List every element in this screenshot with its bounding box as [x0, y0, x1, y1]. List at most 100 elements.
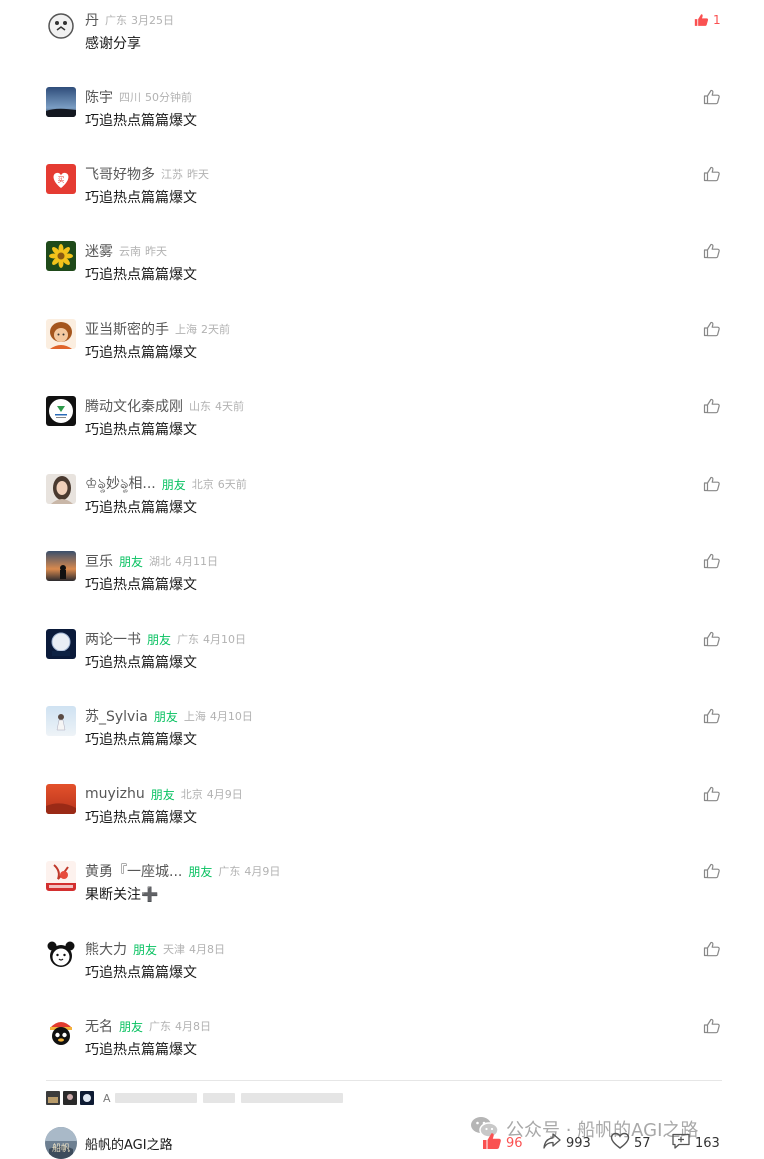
comment-author[interactable]: ♔ৡ妙ৡ相...	[85, 472, 156, 496]
avatar[interactable]	[46, 1016, 76, 1046]
avatar[interactable]	[46, 706, 76, 736]
comment-author[interactable]: 苏_Sylvia	[85, 706, 148, 726]
comment-item: 陈宇 四川 50分钟前 巧追热点篇篇爆文	[0, 87, 764, 164]
comment-item: 无名 朋友 广东 4月8日 巧追热点篇篇爆文	[0, 1016, 764, 1093]
favorite-button[interactable]: 57	[610, 1132, 651, 1153]
account-avatar[interactable]: 船帆	[45, 1127, 77, 1159]
comment-author[interactable]: 亘乐	[85, 551, 113, 571]
article-like-count: 96	[506, 1135, 523, 1151]
avatar[interactable]	[46, 551, 76, 581]
comment-text: 巧追热点篇篇爆文	[85, 500, 197, 516]
thumbs-up-outline-icon	[703, 631, 721, 647]
thumbs-up-outline-icon	[703, 553, 721, 569]
comment-location: 天津	[163, 943, 186, 956]
comment-author[interactable]: 熊大力	[85, 939, 127, 959]
comment-time: 4月11日	[175, 555, 219, 568]
avatar	[80, 1091, 94, 1105]
comment-time: 昨天	[187, 168, 209, 181]
comment-location: 广东	[105, 14, 127, 27]
comment-location: 湖北	[149, 555, 172, 568]
avatar[interactable]	[46, 87, 76, 117]
avatar	[46, 1091, 60, 1105]
comment-time: 4天前	[215, 400, 244, 413]
like-button[interactable]	[703, 398, 721, 414]
comment-item: 买 飞哥好物多 江苏 昨天 巧追热点篇篇爆文	[0, 164, 764, 241]
thumbs-up-outline-icon	[703, 708, 721, 724]
avatar[interactable]	[46, 396, 76, 426]
friend-badge: 朋友	[188, 864, 213, 879]
avatar	[63, 1091, 77, 1105]
comment-location: 北京	[180, 788, 203, 801]
comment-author[interactable]: 亚当斯密的手	[85, 319, 169, 339]
comment-author[interactable]: 丹	[85, 10, 99, 30]
comment-text: 巧追热点篇篇爆文	[85, 190, 197, 206]
avatar[interactable]	[46, 861, 76, 891]
avatar[interactable]	[46, 319, 76, 349]
comment-text: 巧追热点篇篇爆文	[85, 422, 197, 438]
avatar[interactable]	[46, 629, 76, 659]
comment-author[interactable]: 腾动文化秦成刚	[85, 396, 183, 416]
comment-time: 6天前	[217, 478, 247, 491]
like-button[interactable]	[703, 941, 721, 957]
thumbs-up-outline-icon	[703, 398, 721, 414]
like-button[interactable]: 1	[694, 12, 724, 28]
like-button[interactable]	[703, 708, 721, 724]
avatar[interactable]	[46, 784, 76, 814]
thumbs-up-outline-icon	[703, 941, 721, 957]
comment-location: 广东	[218, 865, 241, 878]
avatar[interactable]	[46, 241, 76, 271]
account-name[interactable]: 船帆的AGI之路	[85, 1134, 173, 1153]
preview-text: A	[103, 1091, 111, 1105]
comment-text: 巧追热点篇篇爆文	[85, 345, 197, 361]
comment-author[interactable]: 无名	[85, 1016, 113, 1036]
friend-badge: 朋友	[150, 787, 175, 802]
divider	[46, 1080, 722, 1081]
comment-item: 丹 广东 3月25日 感谢分享 1	[0, 10, 764, 87]
comment-author[interactable]: 两论一书	[85, 629, 141, 649]
share-button[interactable]: 993	[542, 1133, 591, 1153]
comment-time: 3月25日	[131, 14, 174, 27]
thumbs-up-outline-icon	[703, 243, 721, 259]
comment-item: 两论一书 朋友 广东 4月10日 巧追热点篇篇爆文	[0, 629, 764, 706]
like-button[interactable]	[703, 243, 721, 259]
comment-author[interactable]: 陈宇	[85, 87, 113, 107]
thumbs-up-outline-icon	[703, 786, 721, 802]
like-button[interactable]	[703, 863, 721, 879]
like-button[interactable]	[703, 786, 721, 802]
thumbs-up-outline-icon	[703, 863, 721, 879]
comment-author[interactable]: 黄勇『一座城...	[85, 861, 182, 881]
comment-location: 北京	[191, 478, 214, 491]
comment-author[interactable]: 飞哥好物多	[85, 164, 155, 184]
like-button[interactable]	[703, 89, 721, 105]
liked-by-preview[interactable]: A	[46, 1091, 349, 1105]
comment-time: 50分钟前	[145, 91, 192, 104]
friend-badge: 朋友	[119, 1019, 144, 1034]
comment-meta: 迷雾 云南 昨天	[85, 241, 167, 261]
friend-badge: 朋友	[119, 554, 144, 569]
like-button[interactable]	[703, 166, 721, 182]
avatar[interactable]: 买	[46, 164, 76, 194]
avatar[interactable]	[46, 10, 76, 40]
comment-author[interactable]: 迷雾	[85, 241, 113, 261]
comment-location: 上海	[175, 323, 197, 336]
comment-text: 巧追热点篇篇爆文	[85, 732, 197, 748]
like-button[interactable]	[703, 553, 721, 569]
like-button[interactable]	[703, 631, 721, 647]
avatar[interactable]	[46, 474, 76, 504]
friend-badge: 朋友	[153, 709, 178, 724]
thumbs-up-outline-icon	[703, 321, 721, 337]
like-button[interactable]	[703, 1018, 721, 1034]
like-button[interactable]	[703, 321, 721, 337]
friend-badge: 朋友	[133, 942, 158, 957]
avatar[interactable]	[46, 939, 76, 969]
friend-badge: 朋友	[161, 477, 186, 492]
favorite-count: 57	[634, 1135, 651, 1151]
comment-text: 巧追热点篇篇爆文	[85, 113, 197, 129]
like-button[interactable]	[703, 476, 721, 492]
comment-item: ♔ৡ妙ৡ相... 朋友 北京 6天前 巧追热点篇篇爆文	[0, 474, 764, 551]
article-like-button[interactable]: 96	[482, 1133, 523, 1153]
comment-item: 迷雾 云南 昨天 巧追热点篇篇爆文	[0, 241, 764, 318]
comment-button[interactable]: 163	[671, 1133, 720, 1153]
svg-text:船帆: 船帆	[52, 1142, 70, 1154]
comment-author[interactable]: muyizhu	[85, 786, 145, 802]
